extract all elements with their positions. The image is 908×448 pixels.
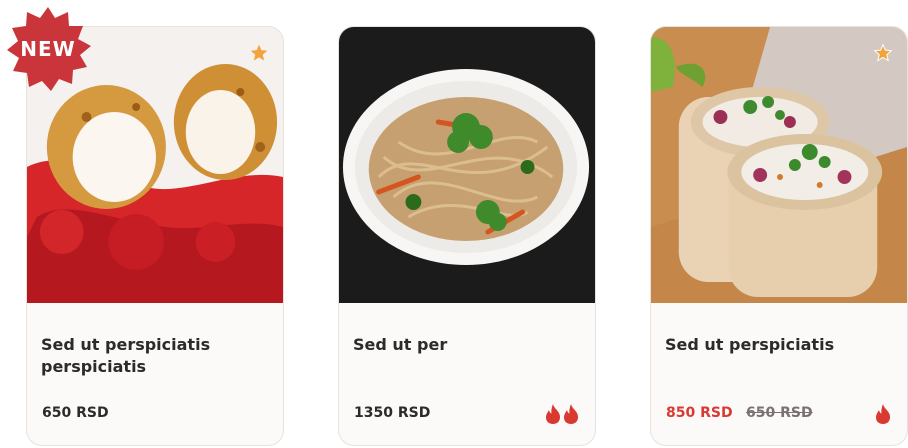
- star-icon[interactable]: [873, 43, 893, 63]
- product-title[interactable]: Sed ut perspiciatis perspiciatis: [41, 334, 266, 378]
- product-sale-price: 850 RSD: [666, 405, 733, 421]
- star-icon[interactable]: [249, 43, 269, 63]
- product-image-noodles: [339, 27, 595, 303]
- product-old-price: 650 RSD: [746, 405, 813, 421]
- product-price: 1350 RSD: [354, 405, 431, 421]
- spice-level-indicator: [875, 403, 891, 425]
- spice-level-indicator: [545, 403, 579, 425]
- product-title[interactable]: Sed ut per: [353, 334, 578, 356]
- product-title[interactable]: Sed ut perspiciatis: [665, 334, 890, 356]
- flame-icon: [546, 404, 560, 424]
- product-price: 650 RSD: [42, 405, 109, 421]
- product-card[interactable]: Sed ut perspiciatis 850 RSD 650 RSD: [650, 26, 908, 446]
- flame-icon: [876, 404, 890, 424]
- product-image-wrap: [651, 27, 907, 303]
- flame-icon: [564, 404, 578, 424]
- new-badge: NEW: [2, 4, 94, 96]
- new-badge-label: NEW: [20, 37, 76, 61]
- product-card[interactable]: Sed ut per 1350 RSD: [338, 26, 596, 446]
